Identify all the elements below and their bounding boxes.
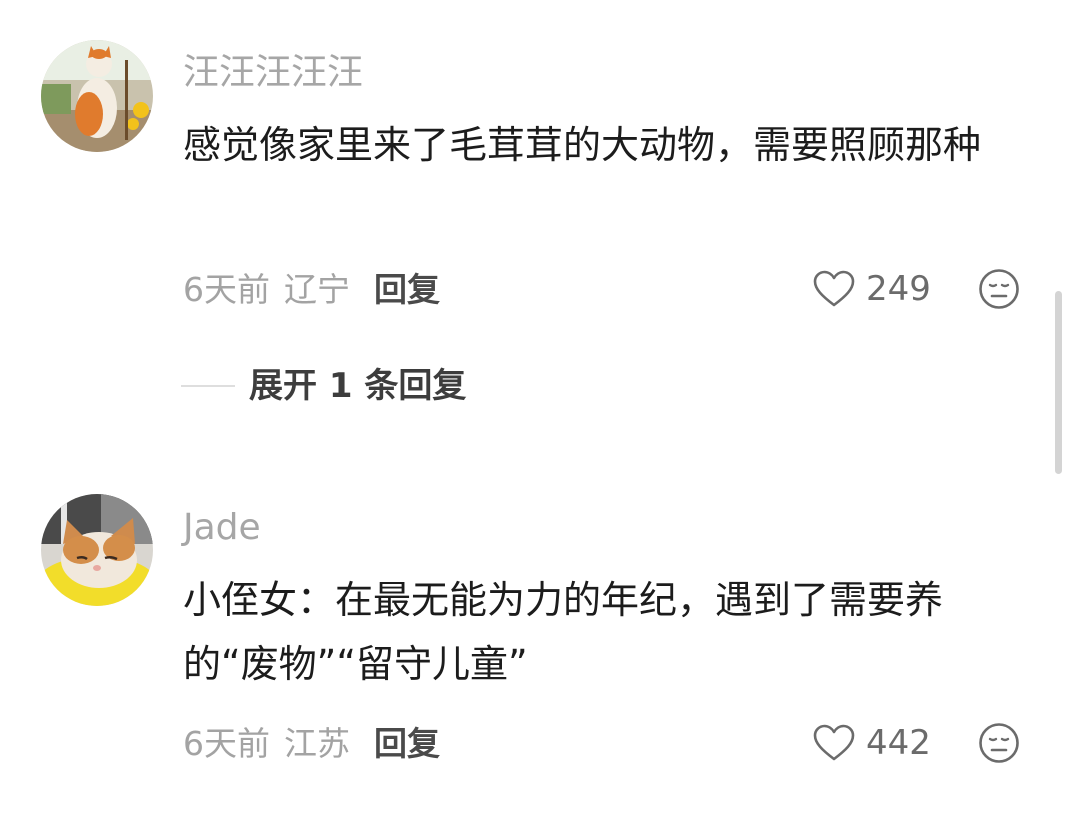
expand-replies-label: 展开 1 条回复 (249, 366, 467, 406)
cat-avatar-icon (41, 40, 153, 152)
comment-text: 小侄女：在最无能为力的年纪，遇到了需要养的“废物”“留守儿童” (183, 578, 944, 686)
username[interactable]: Jade (183, 510, 261, 546)
like-button[interactable]: 442 (812, 721, 931, 765)
username[interactable]: 汪汪汪汪汪 (183, 55, 363, 91)
kitten-avatar-icon (41, 494, 153, 606)
reply-button[interactable]: 回复 (374, 270, 440, 309)
heart-icon (813, 724, 855, 761)
expand-replies-button[interactable]: 展开 1 条回复 (181, 366, 466, 406)
dislike-button[interactable] (977, 267, 1021, 311)
heart-icon (813, 270, 855, 307)
comment-meta: 6天前 辽宁 回复 (183, 273, 440, 306)
like-count: 442 (866, 723, 931, 763)
scrollbar[interactable] (1055, 291, 1062, 474)
reply-button[interactable]: 回复 (374, 724, 440, 763)
comment-location: 江苏 (284, 724, 350, 763)
comment-meta: 6天前 江苏 回复 (183, 727, 440, 760)
comment-time: 6天前 (183, 724, 270, 763)
neutral-face-icon (979, 723, 1019, 763)
comment-location: 辽宁 (284, 270, 350, 309)
user-avatar[interactable] (41, 494, 153, 606)
user-avatar[interactable] (41, 40, 153, 152)
divider-line (181, 385, 235, 387)
neutral-face-icon (979, 269, 1019, 309)
comment-time: 6天前 (183, 270, 270, 309)
comment-text: 感觉像家里来了毛茸茸的大动物，需要照顾那种 (183, 123, 982, 167)
dislike-button[interactable] (977, 721, 1021, 765)
like-count: 249 (866, 269, 931, 309)
like-button[interactable]: 249 (812, 267, 931, 311)
